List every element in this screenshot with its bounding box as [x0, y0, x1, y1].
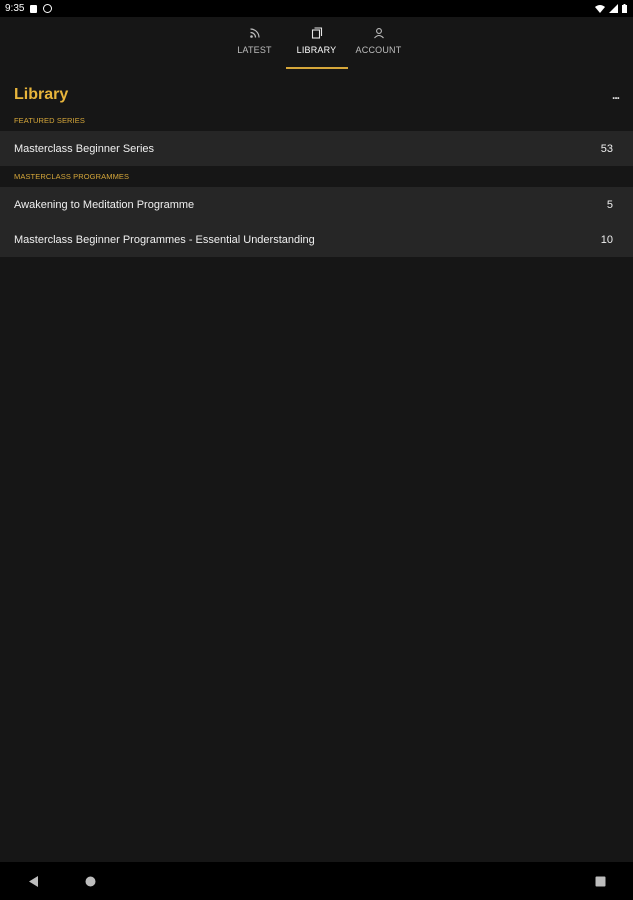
list-item-title: Masterclass Beginner Programmes - Essent… — [14, 233, 315, 246]
library-icon — [311, 27, 322, 39]
account-icon — [373, 28, 384, 39]
list-item[interactable]: Masterclass Beginner Series 53 — [0, 131, 633, 166]
section-label-masterclass-programmes: MASTERCLASS PROGRAMMES — [14, 172, 130, 181]
list-item[interactable]: Masterclass Beginner Programmes - Essent… — [0, 222, 633, 257]
tab-account-label: ACCOUNT — [355, 45, 402, 55]
wifi-icon — [595, 5, 605, 13]
system-navigation-bar — [0, 862, 633, 900]
page-header: Library ... — [14, 82, 620, 108]
list-item-title: Masterclass Beginner Series — [14, 142, 155, 155]
active-tab-indicator — [285, 67, 348, 69]
tab-account[interactable]: ACCOUNT — [348, 17, 410, 69]
back-button[interactable] — [22, 862, 46, 900]
status-bar: 9:35 — [0, 0, 633, 17]
home-icon — [85, 876, 95, 886]
vpn-icon — [43, 4, 53, 13]
tab-library-label: LIBRARY — [296, 45, 337, 55]
list-item-count: 10 — [600, 233, 613, 246]
tab-latest[interactable]: LATEST — [224, 17, 286, 69]
list-item-title: Awakening to Meditation Programme — [14, 198, 195, 211]
recents-icon — [595, 876, 605, 886]
tab-latest-label: LATEST — [237, 45, 272, 55]
list-item-count: 5 — [606, 198, 613, 211]
top-tab-bar: LATEST LIBRARY ACCOUNT — [0, 17, 633, 69]
list-item-count: 53 — [600, 142, 613, 155]
signal-icon — [609, 4, 618, 13]
page-title: Library — [14, 86, 69, 103]
section-label-featured-series: FEATURED SERIES — [14, 116, 85, 125]
rss-icon — [249, 28, 260, 38]
list-item[interactable]: Awakening to Meditation Programme 5 — [0, 187, 633, 222]
tab-library[interactable]: LIBRARY — [285, 17, 348, 69]
battery-icon — [622, 4, 627, 13]
back-icon — [29, 875, 38, 887]
status-time: 9:35 — [5, 3, 25, 14]
sim-card-icon — [30, 4, 38, 13]
more-options-button[interactable]: ... — [612, 88, 620, 102]
recents-button[interactable] — [588, 862, 612, 900]
home-button[interactable] — [78, 862, 102, 900]
